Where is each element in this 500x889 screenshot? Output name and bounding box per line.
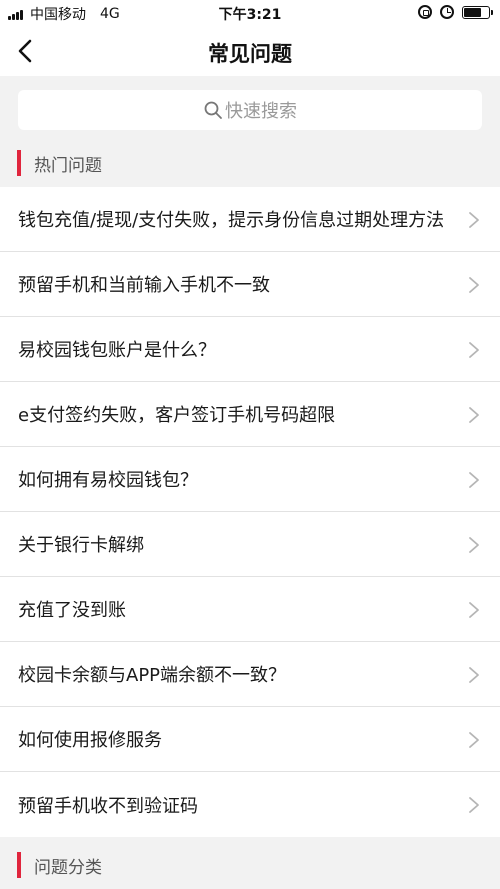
- list-item[interactable]: 易校园钱包账户是什么？: [0, 317, 500, 382]
- search-icon: [204, 101, 222, 119]
- section-title: 问题分类: [34, 857, 102, 878]
- list-item[interactable]: e支付签约失败，客户签订手机号码超限: [0, 382, 500, 447]
- list-item-label: 如何拥有易校园钱包？: [18, 470, 198, 491]
- nav-bar: 常见问题: [0, 26, 500, 76]
- chevron-right-icon: [468, 536, 480, 554]
- chevron-right-icon: [468, 406, 480, 424]
- list-item-label: e支付签约失败，客户签订手机号码超限: [18, 405, 336, 426]
- chevron-right-icon: [468, 341, 480, 359]
- alarm-icon: [440, 5, 454, 19]
- status-right: [418, 5, 493, 19]
- list-item[interactable]: 如何拥有易校园钱包？: [0, 447, 500, 512]
- chevron-right-icon: [468, 211, 480, 229]
- list-item[interactable]: 充值了没到账: [0, 577, 500, 642]
- list-item[interactable]: 关于银行卡解绑: [0, 512, 500, 577]
- search-area: 快速搜索: [0, 76, 500, 140]
- list-item[interactable]: 钱包充值/提现/支付失败，提示身份信息过期处理方法: [0, 187, 500, 252]
- status-bar: 中国移动 4G 下午3:21: [0, 0, 500, 26]
- battery-icon: [462, 5, 493, 19]
- chevron-right-icon: [468, 471, 480, 489]
- section-accent-bar: [17, 852, 21, 878]
- chevron-right-icon: [468, 796, 480, 814]
- list-item-label: 预留手机和当前输入手机不一致: [18, 275, 270, 296]
- list-item-label: 钱包充值/提现/支付失败，提示身份信息过期处理方法: [18, 210, 445, 231]
- list-item[interactable]: 预留手机和当前输入手机不一致: [0, 252, 500, 317]
- chevron-right-icon: [468, 731, 480, 749]
- section-title: 热门问题: [34, 155, 102, 176]
- chevron-right-icon: [468, 601, 480, 619]
- orientation-lock-icon: [418, 5, 432, 19]
- list-item[interactable]: 如何使用报修服务: [0, 707, 500, 772]
- page-title: 常见问题: [208, 42, 292, 66]
- list-item-label: 充值了没到账: [18, 600, 126, 621]
- chevron-left-icon: [18, 39, 32, 63]
- search-placeholder: 快速搜索: [225, 101, 297, 122]
- list-item-label: 易校园钱包账户是什么？: [18, 340, 216, 361]
- list-item[interactable]: 校园卡余额与APP端余额不一致？: [0, 642, 500, 707]
- faq-list: 钱包充值/提现/支付失败，提示身份信息过期处理方法 预留手机和当前输入手机不一致…: [0, 187, 500, 837]
- list-item-label: 如何使用报修服务: [18, 730, 162, 751]
- chevron-right-icon: [468, 666, 480, 684]
- section-header-hot: 热门问题: [0, 140, 500, 186]
- list-item-label: 预留手机收不到验证码: [18, 795, 198, 817]
- list-item[interactable]: 预留手机收不到验证码: [0, 772, 500, 837]
- back-button[interactable]: [10, 34, 44, 68]
- chevron-right-icon: [468, 276, 480, 294]
- search-input[interactable]: 快速搜索: [18, 90, 482, 130]
- list-item-label: 校园卡余额与APP端余额不一致？: [18, 665, 287, 686]
- list-item-label: 关于银行卡解绑: [18, 535, 144, 556]
- section-accent-bar: [17, 150, 21, 176]
- section-header-category: 问题分类: [0, 842, 500, 888]
- battery-fill: [464, 7, 481, 17]
